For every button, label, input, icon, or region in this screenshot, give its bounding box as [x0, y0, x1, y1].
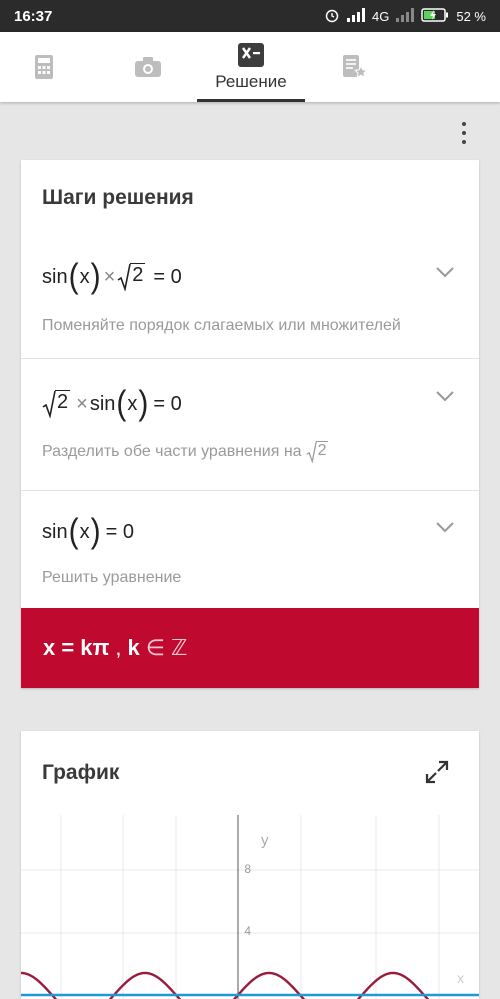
status-time: 16:37	[14, 7, 53, 25]
tab-solution[interactable]: Решение	[197, 32, 305, 102]
final-answer: x = kπ , k ∈ ℤ	[21, 608, 479, 688]
step-expression: sin (x) × 2 = 0	[42, 257, 182, 296]
equation-rhs: = 0	[153, 392, 182, 415]
battery-charging-icon	[421, 7, 449, 25]
graph-card-title: График	[42, 761, 120, 784]
status-icons: 4G 52 %	[324, 7, 486, 26]
equation-rhs: = 0	[153, 265, 182, 288]
function-name: sin	[42, 265, 68, 288]
solution-step-3[interactable]: sin (x) = 0 Решить уравнение	[21, 490, 479, 608]
signal-icon	[347, 7, 366, 25]
tab-bookmarks[interactable]	[336, 32, 372, 102]
step-hint: Разделить обе части уравнения на 2	[42, 441, 329, 463]
times-operator: ×	[76, 392, 88, 415]
graph-grid	[21, 815, 479, 999]
step-hint-text: Разделить обе части уравнения на	[42, 443, 302, 460]
step-hint: Поменяйте порядок слагаемых или множител…	[42, 317, 401, 334]
square-root: 2	[117, 263, 146, 291]
tab-calculator[interactable]	[24, 32, 64, 102]
step-hint: Решить уравнение	[42, 569, 182, 586]
status-bar: 16:37 4G 52 %	[0, 0, 500, 32]
tab-camera[interactable]	[130, 32, 166, 102]
camera-icon	[134, 56, 162, 78]
y-axis-label: y	[261, 832, 269, 849]
steps-card-title: Шаги решения	[42, 186, 194, 209]
y-tick-label: 8	[244, 862, 251, 876]
expand-icon[interactable]	[424, 759, 450, 785]
graph-plot: y 8 4 x	[21, 815, 479, 999]
answer-separator: ,	[115, 635, 122, 660]
alarm-icon	[324, 7, 340, 26]
calculator-icon	[34, 54, 54, 80]
square-root: 2	[42, 390, 71, 418]
solution-step-2[interactable]: 2 × sin (x) = 0 Разделить обе части урав…	[21, 358, 479, 490]
equation-rhs: = 0	[105, 520, 134, 543]
chevron-down-icon[interactable]	[435, 521, 455, 533]
chevron-down-icon[interactable]	[435, 266, 455, 278]
step-expression: 2 × sin (x) = 0	[42, 386, 182, 421]
battery-percent: 52 %	[456, 8, 486, 24]
answer-k: k	[127, 635, 140, 660]
bookmarks-icon	[340, 54, 368, 80]
answer-membership: ∈ ℤ	[145, 635, 188, 660]
solution-icon	[237, 42, 265, 68]
step-expression: sin (x) = 0	[42, 512, 134, 551]
graph-card: График y 8 4 x	[21, 731, 479, 999]
radicand: 2	[130, 263, 146, 286]
radicand: 2	[55, 390, 71, 413]
square-root: 2	[306, 441, 329, 463]
function-name: sin	[42, 520, 68, 543]
times-operator: ×	[103, 265, 116, 288]
solution-step-1[interactable]: sin (x) × 2 = 0 Поменяйте порядок слагае…	[21, 235, 479, 358]
function-argument: x	[127, 392, 138, 415]
signal-weak-icon	[396, 7, 415, 25]
radicand: 2	[315, 441, 329, 459]
chevron-down-icon[interactable]	[435, 390, 455, 402]
function-graph[interactable]: y 8 4 x	[21, 815, 479, 999]
top-tab-bar: Решение	[0, 32, 500, 102]
tab-solution-label: Решение	[215, 72, 287, 91]
network-type: 4G	[372, 8, 390, 24]
x-axis-label: x	[457, 970, 464, 986]
function-argument: x	[79, 265, 90, 288]
y-tick-label: 4	[244, 924, 251, 938]
function-argument: x	[79, 520, 90, 543]
solution-steps-card: Шаги решения sin (x) × 2 = 0 Поменяйте п…	[21, 160, 479, 688]
function-name: sin	[89, 392, 116, 415]
answer-lhs: x = kπ	[43, 635, 110, 660]
overflow-menu-icon[interactable]	[454, 119, 474, 147]
active-tab-indicator	[197, 99, 305, 102]
